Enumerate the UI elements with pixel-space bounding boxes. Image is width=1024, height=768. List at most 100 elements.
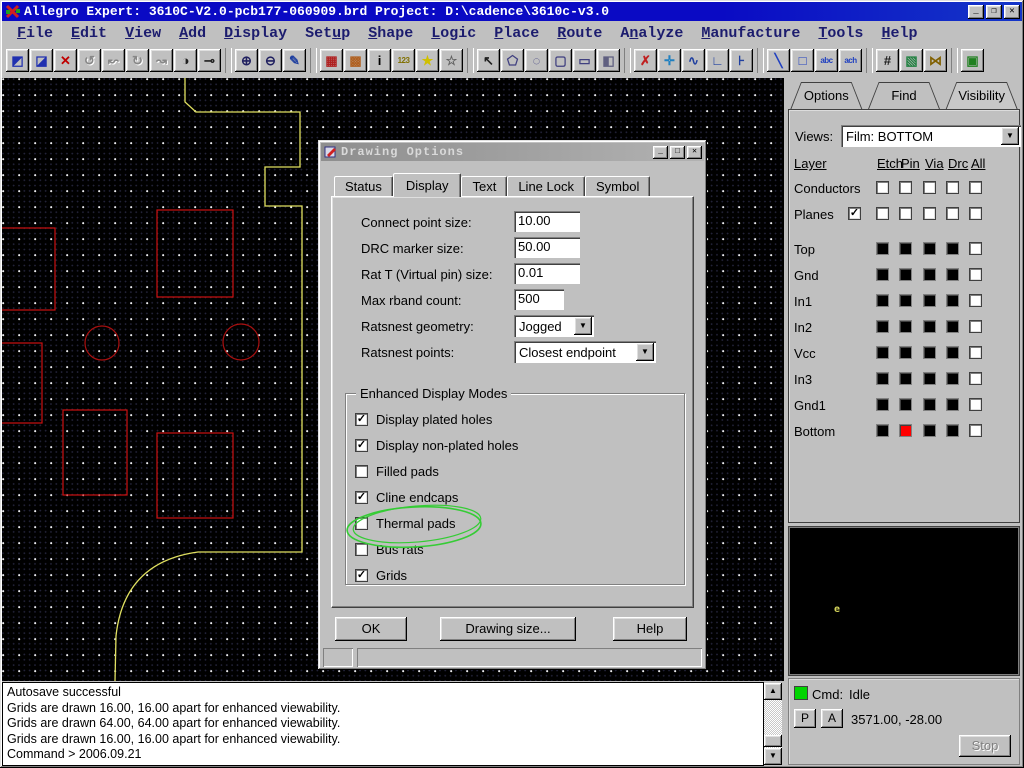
swatch-in1-via[interactable] xyxy=(923,294,936,307)
checkbox-box[interactable]: ✓ xyxy=(355,438,368,452)
ok-button[interactable]: OK xyxy=(335,617,407,641)
command-console[interactable]: Autosave successful Grids are drawn 16.00… xyxy=(2,682,764,766)
checkbox-planes-via[interactable] xyxy=(923,207,936,220)
toolbar-shape-void-button[interactable]: ▭ xyxy=(573,49,596,72)
column-header-via[interactable]: Via xyxy=(925,156,944,171)
checkbox-planes-drc[interactable] xyxy=(946,207,959,220)
checkbox-box[interactable]: ✓ xyxy=(355,490,368,504)
toolbar-shape-shade-button[interactable]: ◧ xyxy=(597,49,620,72)
toolbar-define-grid-button[interactable]: # xyxy=(876,49,899,72)
toolbar-add-rectangle-button[interactable]: □ xyxy=(791,49,814,72)
chevron-down-icon[interactable]: ▼ xyxy=(636,343,654,361)
menu-item-analyze[interactable]: Analyze xyxy=(611,23,692,44)
toolbar-delete-button[interactable]: ✕ xyxy=(54,49,77,72)
toolbar-dehighlight-button[interactable]: ☆ xyxy=(440,49,463,72)
checkbox-in2-all[interactable] xyxy=(969,320,982,333)
swatch-in2-pin[interactable] xyxy=(899,320,912,333)
checkbox-top-all[interactable] xyxy=(969,242,982,255)
scrollbar-thumb[interactable] xyxy=(764,735,782,747)
swatch-top-via[interactable] xyxy=(923,242,936,255)
toolbar-measure-123-button[interactable]: 123 xyxy=(392,49,415,72)
menu-item-setup[interactable]: Setup xyxy=(296,23,359,44)
swatch-in3-drc[interactable] xyxy=(946,372,959,385)
swatch-bottom-pin[interactable] xyxy=(899,424,912,437)
column-header-etch[interactable]: Etch xyxy=(877,156,903,171)
column-header-drc[interactable]: Drc xyxy=(948,156,968,171)
restore-button[interactable]: ❐ xyxy=(986,4,1002,19)
swatch-in2-drc[interactable] xyxy=(946,320,959,333)
input-rat-t-virtual-pin-size[interactable]: 0.01 xyxy=(514,263,580,284)
toolbar-shape-polygon-button[interactable]: ⬠ xyxy=(501,49,524,72)
toolbar-zoom-out-button[interactable]: ⊖ xyxy=(259,49,282,72)
toolbar-show-element-info-button[interactable]: i xyxy=(368,49,391,72)
menu-item-route[interactable]: Route xyxy=(548,23,611,44)
menu-item-place[interactable]: Place xyxy=(485,23,548,44)
scroll-up-icon[interactable]: ▲ xyxy=(764,683,782,700)
swatch-in2-via[interactable] xyxy=(923,320,936,333)
views-dropdown[interactable]: Film: BOTTOM ▼ xyxy=(841,125,1021,147)
panel-tab-visibility[interactable]: Visibility xyxy=(945,82,1018,110)
dialog-tab-line-lock[interactable]: Line Lock xyxy=(507,176,585,197)
swatch-in3-pin[interactable] xyxy=(899,372,912,385)
menu-item-edit[interactable]: Edit xyxy=(62,23,116,44)
checkbox-conductors-all[interactable] xyxy=(969,181,982,194)
checkbox-cline-endcaps[interactable]: ✓ Cline endcaps xyxy=(355,488,458,506)
swatch-in2-etch[interactable] xyxy=(876,320,889,333)
toolbar-slide-button[interactable]: ∿ xyxy=(682,49,705,72)
dialog-tab-text[interactable]: Text xyxy=(461,176,508,197)
toolbar-color192-button[interactable]: ▦ xyxy=(320,49,343,72)
toolbar-fix-pin-button[interactable]: ⊸ xyxy=(198,49,221,72)
toolbar-unrats-components-button[interactable]: ◩ xyxy=(6,49,29,72)
checkbox-planes[interactable]: ✓ xyxy=(848,207,861,220)
toolbar-select-cursor-button[interactable]: ↖ xyxy=(477,49,500,72)
checkbox-conductors-drc[interactable] xyxy=(946,181,959,194)
select-ratsnest-points[interactable]: Closest endpoint ▼ xyxy=(514,341,656,363)
swatch-in3-via[interactable] xyxy=(923,372,936,385)
toolbar-add-line-button[interactable]: ╲ xyxy=(767,49,790,72)
input-drc-marker-size[interactable]: 50.00 xyxy=(514,237,580,258)
checkbox-vcc-all[interactable] xyxy=(969,346,982,359)
dialog-maximize-button[interactable]: □ xyxy=(670,145,685,159)
checkbox-display-non-plated-holes[interactable]: ✓ Display non-plated holes xyxy=(355,436,518,454)
swatch-gnd1-pin[interactable] xyxy=(899,398,912,411)
checkbox-bus-rats[interactable]: Bus rats xyxy=(355,540,424,558)
select-ratsnest-geometry[interactable]: Jogged ▼ xyxy=(514,315,594,337)
toolbar-redraw-button[interactable]: ✎ xyxy=(283,49,306,72)
checkbox-display-plated-holes[interactable]: ✓ Display plated holes xyxy=(355,410,492,428)
swatch-gnd-etch[interactable] xyxy=(876,268,889,281)
checkbox-planes-etch[interactable] xyxy=(876,207,889,220)
swatch-gnd-via[interactable] xyxy=(923,268,936,281)
swatch-gnd-drc[interactable] xyxy=(946,268,959,281)
toolbar-text-edit-button[interactable]: ach xyxy=(839,49,862,72)
menu-item-add[interactable]: Add xyxy=(170,23,215,44)
toolbar-create-detour-button[interactable]: ∟ xyxy=(706,49,729,72)
world-view[interactable]: e xyxy=(789,527,1019,675)
swatch-in1-drc[interactable] xyxy=(946,294,959,307)
swatch-gnd-pin[interactable] xyxy=(899,268,912,281)
toolbar-add-vertex-button[interactable]: ✛ xyxy=(658,49,681,72)
swatch-vcc-etch[interactable] xyxy=(876,346,889,359)
toolbar-drc-status-button[interactable]: ▣ xyxy=(961,49,984,72)
dialog-minimize-button[interactable]: _ xyxy=(653,145,668,159)
swatch-in3-etch[interactable] xyxy=(876,372,889,385)
swatch-vcc-drc[interactable] xyxy=(946,346,959,359)
checkbox-conductors-etch[interactable] xyxy=(876,181,889,194)
menu-item-shape[interactable]: Shape xyxy=(359,23,422,44)
toolbar-color-dialog-button[interactable]: ▧ xyxy=(900,49,923,72)
checkbox-thermal-pads[interactable]: Thermal pads xyxy=(355,514,455,532)
scroll-down-icon[interactable]: ▼ xyxy=(764,748,782,765)
dialog-tab-symbol[interactable]: Symbol xyxy=(584,176,651,197)
close-button[interactable]: ✕ xyxy=(1004,4,1020,19)
toolbar-undo-button[interactable]: ↺ xyxy=(78,49,101,72)
checkbox-gnd-all[interactable] xyxy=(969,268,982,281)
swatch-in1-etch[interactable] xyxy=(876,294,889,307)
checkbox-box[interactable]: ✓ xyxy=(355,568,368,582)
checkbox-in3-all[interactable] xyxy=(969,372,982,385)
column-header-layer[interactable]: Layer xyxy=(794,156,827,171)
swatch-in1-pin[interactable] xyxy=(899,294,912,307)
menu-item-view[interactable]: View xyxy=(116,23,170,44)
input-max-rband-count[interactable]: 500 xyxy=(514,289,564,310)
dialog-close-button[interactable]: ✕ xyxy=(687,145,702,159)
checkbox-box[interactable]: ✓ xyxy=(355,412,368,426)
checkbox-planes-all[interactable] xyxy=(969,207,982,220)
